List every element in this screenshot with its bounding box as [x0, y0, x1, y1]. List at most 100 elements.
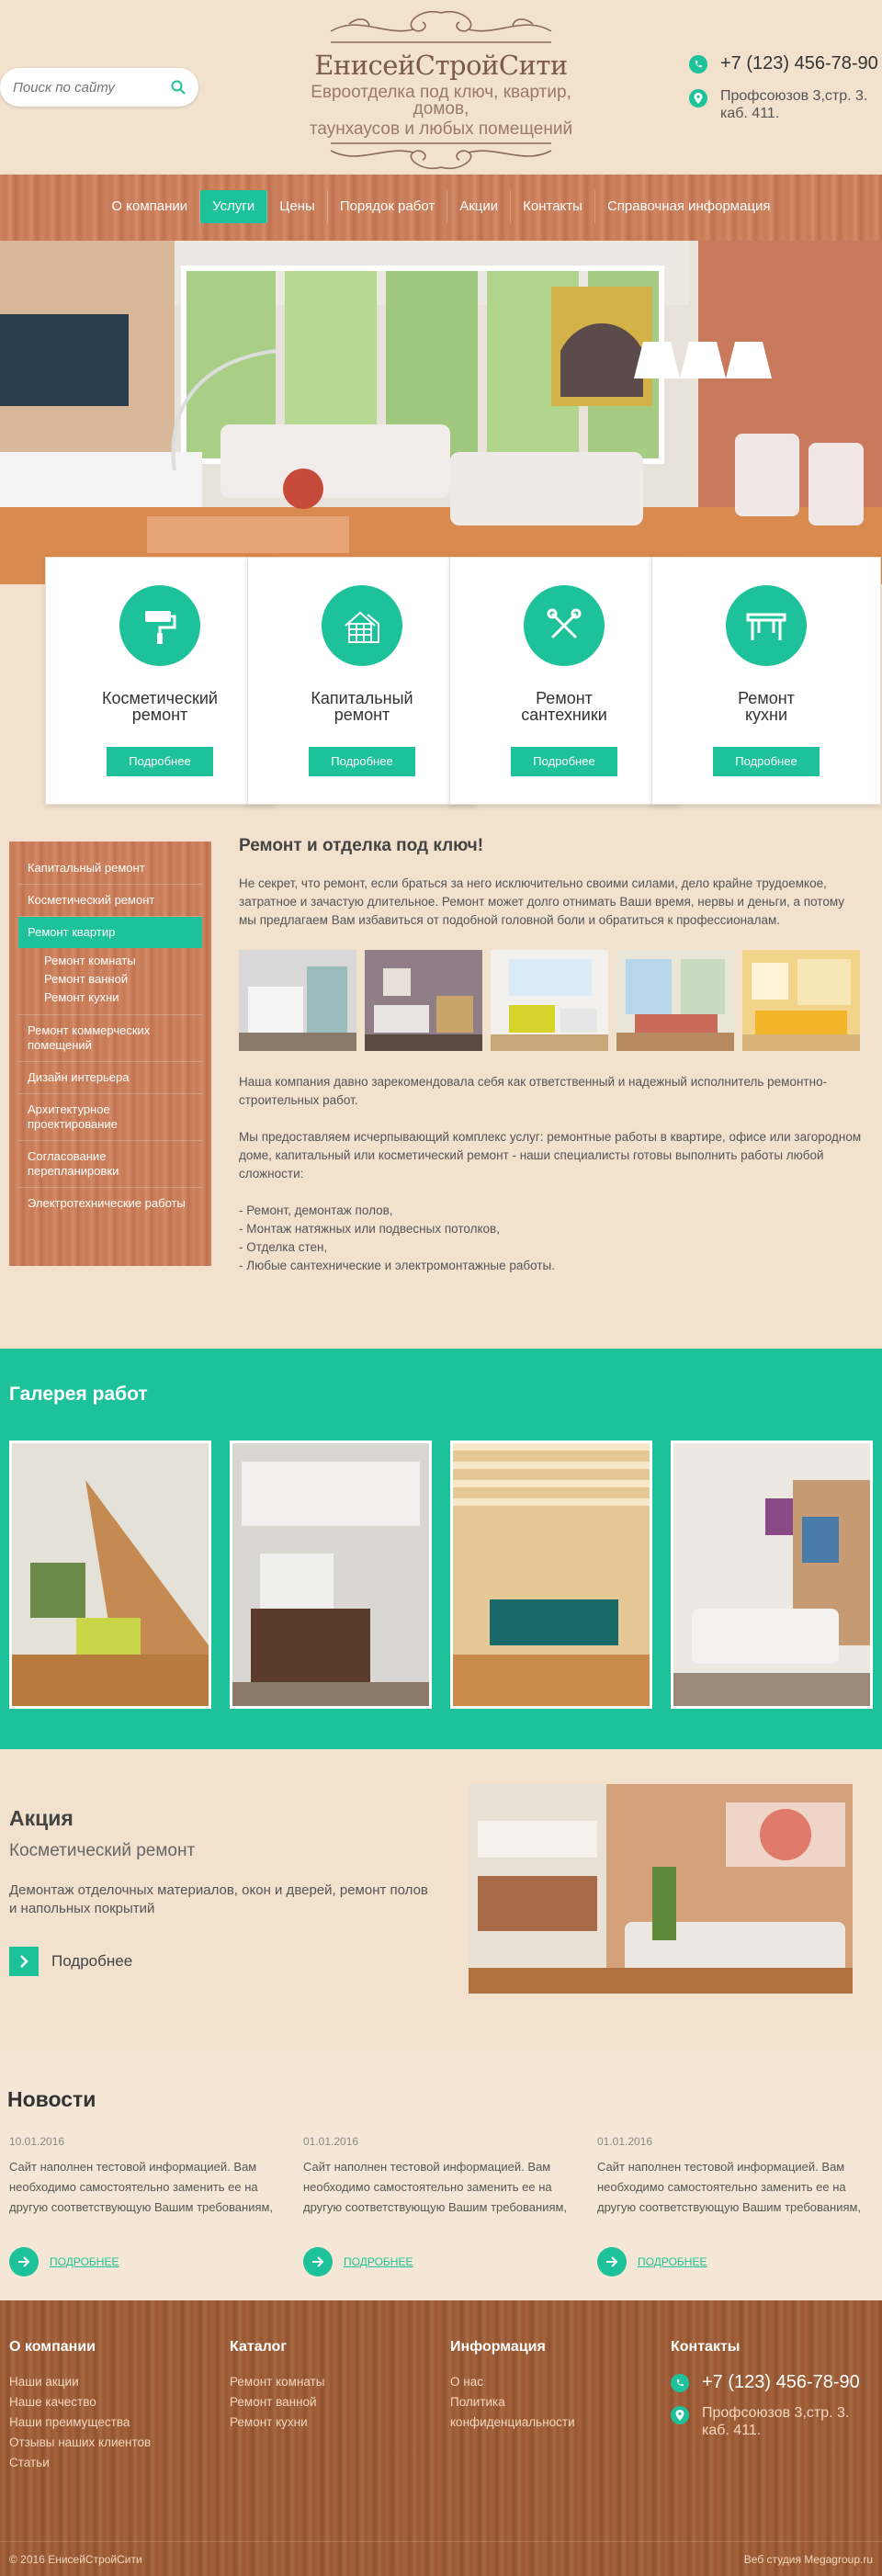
footer-link[interactable]: Политика конфиденциальности	[450, 2392, 606, 2433]
footer-link[interactable]: Статьи	[9, 2453, 151, 2473]
content-thumbnails	[239, 950, 864, 1051]
location-icon	[689, 89, 707, 107]
main-content: Ремонт и отделка под ключ! Не секрет, чт…	[239, 836, 864, 1275]
header-address: Профсоюзов 3,стр. 3. каб. 411.	[720, 88, 868, 121]
footer-address: Профсоюзов 3,стр. 3. каб. 411.	[702, 2405, 850, 2438]
nav-item-prices[interactable]: Цены	[267, 190, 328, 223]
site-footer: О компании Наши акции Наше качество Наши…	[0, 2300, 882, 2576]
nav-item-services[interactable]: Услуги	[200, 190, 268, 223]
promo-image	[469, 1784, 853, 1994]
gallery-image[interactable]	[9, 1441, 211, 1709]
promo-more-button[interactable]: Подробнее	[9, 1947, 132, 1976]
sidebar-subitem-room[interactable]: Ремонт комнаты	[44, 952, 193, 970]
search-icon[interactable]	[171, 80, 186, 95]
gallery-image[interactable]	[671, 1441, 873, 1709]
news-text: Сайт наполнен тестовой информацией. Вам …	[597, 2160, 862, 2223]
service-card-cosmetic: Косметический ремонт Подробнее	[45, 557, 275, 805]
studio-link[interactable]: Веб студия Megagroup.ru	[744, 2553, 873, 2566]
site-header: ЕнисейСтройСити Евроотделка под ключ, кв…	[0, 0, 882, 175]
content-list-item: - Ремонт, демонтаж полов,	[239, 1203, 393, 1217]
arrow-right-icon	[303, 2247, 333, 2277]
arrow-right-icon	[9, 2247, 39, 2277]
footer-link[interactable]: О нас	[450, 2372, 606, 2392]
search-box[interactable]	[0, 68, 198, 107]
footer-link[interactable]: Ремонт кухни	[230, 2412, 325, 2433]
service-more-button[interactable]: Подробнее	[107, 747, 213, 776]
thumbnail-image[interactable]	[365, 950, 482, 1051]
content-list-item: - Монтаж натяжных или подвесных потолков…	[239, 1222, 500, 1236]
tools-icon	[524, 585, 605, 666]
service-more-button[interactable]: Подробнее	[511, 747, 617, 776]
footer-phone[interactable]: +7 (123) 456-78-90	[702, 2372, 860, 2393]
footer-link[interactable]: Отзывы наших клиентов	[9, 2433, 151, 2453]
sidebar-submenu: Ремонт комнаты Ремонт ванной Ремонт кухн…	[18, 948, 202, 1015]
sidebar-item-interior-design[interactable]: Дизайн интерьера	[18, 1062, 202, 1094]
promo-text: Демонтаж отделочных материалов, окон и д…	[9, 1882, 428, 1916]
sidebar-item-architecture[interactable]: Архитектурное проектирование	[18, 1094, 202, 1141]
thumbnail-image[interactable]	[239, 950, 356, 1051]
footer-link[interactable]: Наши преимущества	[9, 2412, 151, 2433]
site-logo[interactable]: ЕнисейСтройСити Евроотделка под ключ, кв…	[285, 6, 597, 170]
news-text: Сайт наполнен тестовой информацией. Вам …	[303, 2160, 568, 2214]
gallery-image[interactable]	[450, 1441, 652, 1709]
thumbnail-image[interactable]	[742, 950, 860, 1051]
content-paragraph-2: Мы предоставляем исчерпывающий комплекс …	[239, 1130, 862, 1181]
service-card-plumbing: Ремонт сантехники Подробнее	[449, 557, 679, 805]
sidebar-subitem-kitchen[interactable]: Ремонт кухни	[44, 989, 193, 1007]
nav-item-reference[interactable]: Справочная информация	[595, 190, 783, 223]
news-more-label: ПОДРОБНЕЕ	[344, 2255, 413, 2268]
nav-item-work-order[interactable]: Порядок работ	[328, 190, 448, 223]
logo-subtitle-line-1: Евроотделка под ключ, квартир, домов,	[311, 83, 571, 119]
footer-link[interactable]: Наши акции	[9, 2372, 151, 2392]
footer-column-title: Информация	[450, 2339, 546, 2355]
content-list-item: - Любые сантехнические и электромонтажны…	[239, 1259, 555, 1272]
sidebar-item-electrical[interactable]: Электротехнические работы	[18, 1188, 202, 1219]
service-more-button[interactable]: Подробнее	[713, 747, 820, 776]
footer-link[interactable]: Ремонт ванной	[230, 2392, 325, 2412]
promo-title: Акция	[9, 1806, 74, 1830]
news-date: 01.01.2016	[303, 2135, 359, 2148]
copyright: © 2016 ЕнисейСтройСити	[9, 2553, 142, 2566]
content-list-item: - Отделка стен,	[239, 1240, 328, 1254]
thumbnail-image[interactable]	[616, 950, 734, 1051]
news-date: 01.01.2016	[597, 2135, 653, 2148]
footer-column-catalog: Каталог Ремонт комнаты Ремонт ванной Рем…	[230, 2339, 325, 2433]
sidebar-item-replanning[interactable]: Согласование перепланировки	[18, 1141, 202, 1188]
nav-item-promotions[interactable]: Акции	[447, 190, 512, 223]
logo-ornament-top-icon	[330, 10, 552, 43]
news-more-link[interactable]: ПОДРОБНЕЕ	[9, 2247, 285, 2277]
sidebar-item-commercial[interactable]: Ремонт коммерческих помещений	[18, 1015, 202, 1062]
sidebar-item-apartment-repair[interactable]: Ремонт квартир	[18, 917, 202, 948]
nav-item-about[interactable]: О компании	[99, 190, 201, 223]
house-icon	[322, 585, 402, 666]
sidebar-item-capital-repair[interactable]: Капитальный ремонт	[18, 853, 202, 885]
nav-item-contacts[interactable]: Контакты	[511, 190, 595, 223]
promo-more-label: Подробнее	[51, 1952, 133, 1970]
footer-link[interactable]: Ремонт комнаты	[230, 2372, 325, 2392]
page-title: Ремонт и отделка под ключ!	[239, 836, 484, 855]
footer-column-info: Информация О нас Политика конфиденциальн…	[450, 2339, 606, 2433]
footer-link[interactable]: Наше качество	[9, 2392, 151, 2412]
news-item: 01.01.2016 Сайт наполнен тестовой информ…	[303, 2135, 579, 2277]
sidebar-subitem-bathroom[interactable]: Ремонт ванной	[44, 970, 193, 989]
search-input[interactable]	[0, 68, 156, 107]
news-item: 01.01.2016 Сайт наполнен тестовой информ…	[597, 2135, 873, 2277]
news-date: 10.01.2016	[9, 2135, 65, 2148]
news-more-link[interactable]: ПОДРОБНЕЕ	[597, 2247, 873, 2277]
gallery-image[interactable]	[230, 1441, 432, 1709]
thumbnail-image[interactable]	[491, 950, 608, 1051]
sidebar-menu: Капитальный ремонт Косметический ремонт …	[9, 842, 211, 1266]
sidebar-item-cosmetic-repair[interactable]: Косметический ремонт	[18, 885, 202, 917]
header-phone[interactable]: +7 (123) 456-78-90	[720, 53, 878, 74]
news-text: Сайт наполнен тестовой информацией. Вам …	[9, 2160, 274, 2214]
location-icon	[671, 2406, 689, 2424]
news-more-link[interactable]: ПОДРОБНЕЕ	[303, 2247, 579, 2277]
service-title-line-2: ремонт	[334, 706, 390, 724]
service-more-button[interactable]: Подробнее	[309, 747, 415, 776]
footer-column-about: О компании Наши акции Наше качество Наши…	[9, 2339, 151, 2473]
hero-banner-image	[0, 241, 882, 584]
footer-column-contacts: Контакты +7 (123) 456-78-90 Профсоюзов 3…	[671, 2339, 873, 2450]
intro-text: Не секрет, что ремонт, если браться за н…	[239, 876, 845, 927]
content-paragraph-1: Наша компания давно зарекомендовала себя…	[239, 1075, 828, 1107]
header-contacts: +7 (123) 456-78-90 Профсоюзов 3,стр. 3. …	[689, 53, 882, 135]
